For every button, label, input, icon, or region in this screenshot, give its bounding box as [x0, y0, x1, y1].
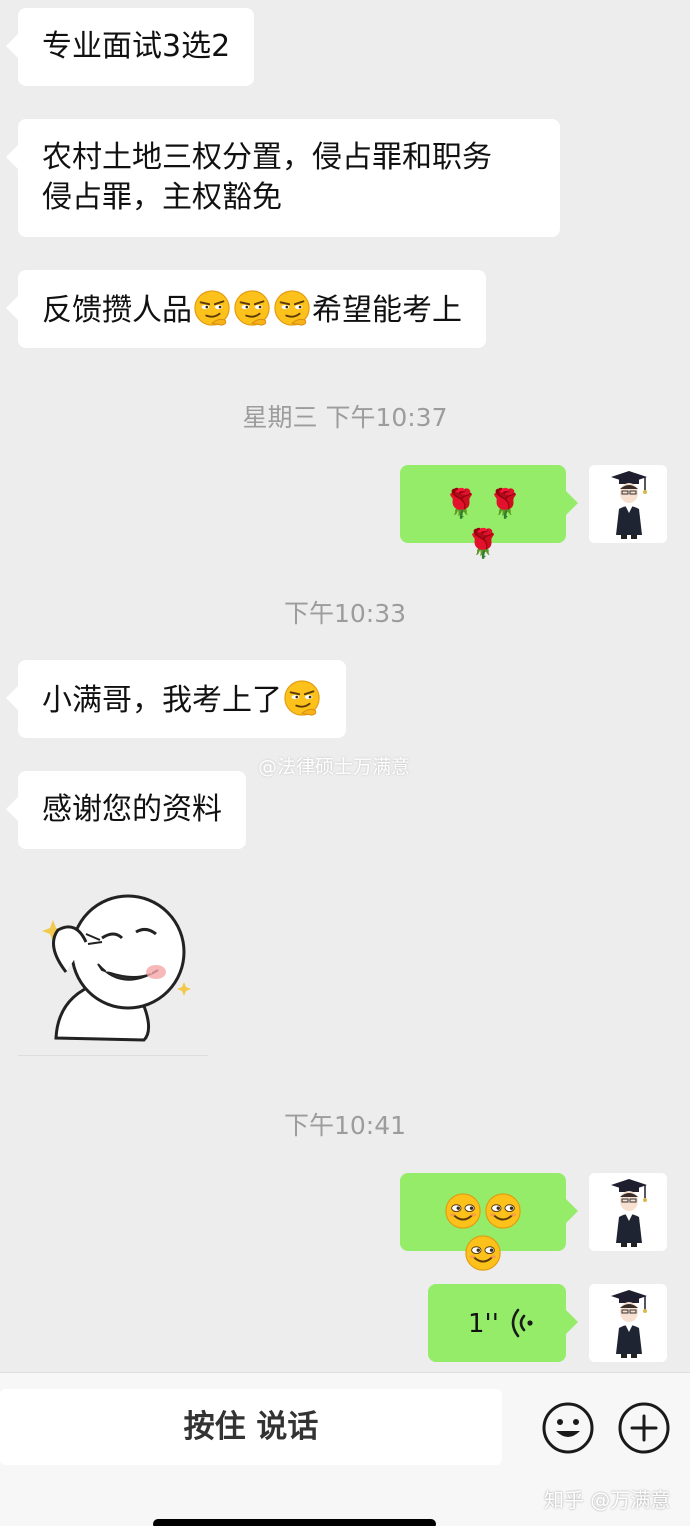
- smirk-emoji-icon: [273, 289, 311, 327]
- hold-to-talk-button[interactable]: 按住 说话: [0, 1389, 502, 1465]
- chat-area[interactable]: 专业面试3选2 农村土地三权分置，侵占罪和职务 侵占罪，主权豁免 反馈攒人品 希望…: [0, 0, 690, 1372]
- laughing-face-sticker[interactable]: [18, 880, 208, 1056]
- smirk-emoji-icon: [233, 289, 271, 327]
- timestamp: 下午10:41: [283, 1111, 407, 1140]
- message-text: 感谢您的资料: [42, 792, 222, 827]
- message-bubble[interactable]: 小满哥，我考上了: [6, 660, 346, 738]
- avatar[interactable]: [589, 465, 667, 543]
- message-text: 专业面试3选2: [42, 29, 231, 64]
- home-indicator[interactable]: [153, 1519, 436, 1526]
- weibo-watermark: @法律硕士万满意: [258, 756, 411, 778]
- zhihu-watermark: 知乎 @万满意: [544, 1488, 671, 1512]
- message-bubble[interactable]: 专业面试3选2: [5, 8, 255, 86]
- message-text: 反馈攒人品: [42, 293, 192, 328]
- message-bubble-outgoing[interactable]: 🌹 🌹 🌹: [400, 465, 578, 560]
- smirk-emoji-icon: [193, 289, 231, 327]
- voice-message-bubble[interactable]: 1'': [428, 1284, 578, 1362]
- avatar[interactable]: [589, 1284, 667, 1362]
- voice-duration: 1'': [468, 1309, 499, 1339]
- rose-emoji: 🌹: [465, 527, 501, 560]
- graduate-avatar-icon: [589, 465, 667, 543]
- grin-emoji-icon: [484, 1192, 522, 1230]
- grin-emoji-icon: [464, 1234, 502, 1272]
- plus-circle-icon[interactable]: [617, 1401, 671, 1455]
- message-text-line: 农村土地三权分置，侵占罪和职务: [42, 140, 492, 175]
- voice-wave-icon: [511, 1308, 533, 1338]
- message-bubble-outgoing[interactable]: [400, 1173, 578, 1251]
- message-bubble[interactable]: 农村土地三权分置，侵占罪和职务 侵占罪，主权豁免: [6, 119, 560, 237]
- graduate-avatar-icon: [589, 1284, 667, 1362]
- rose-emoji: 🌹: [487, 487, 523, 520]
- timestamp: 星期三 下午10:37: [242, 403, 448, 432]
- message-bubble[interactable]: 感谢您的资料: [6, 771, 246, 849]
- message-text: 希望能考上: [312, 293, 462, 328]
- timestamp: 下午10:33: [283, 599, 407, 628]
- smirk-emoji-icon: [283, 679, 321, 717]
- sticker-icon: [42, 894, 191, 1042]
- graduate-avatar-icon: [589, 1173, 667, 1251]
- message-bubble[interactable]: 反馈攒人品 希望能考上: [6, 270, 486, 348]
- message-text-line: 侵占罪，主权豁免: [42, 180, 282, 215]
- grin-emoji-icon: [444, 1192, 482, 1230]
- emoji-face-icon[interactable]: [541, 1401, 595, 1455]
- message-text: 小满哥，我考上了: [42, 683, 282, 718]
- avatar[interactable]: [589, 1173, 667, 1251]
- rose-emoji: 🌹: [443, 487, 479, 520]
